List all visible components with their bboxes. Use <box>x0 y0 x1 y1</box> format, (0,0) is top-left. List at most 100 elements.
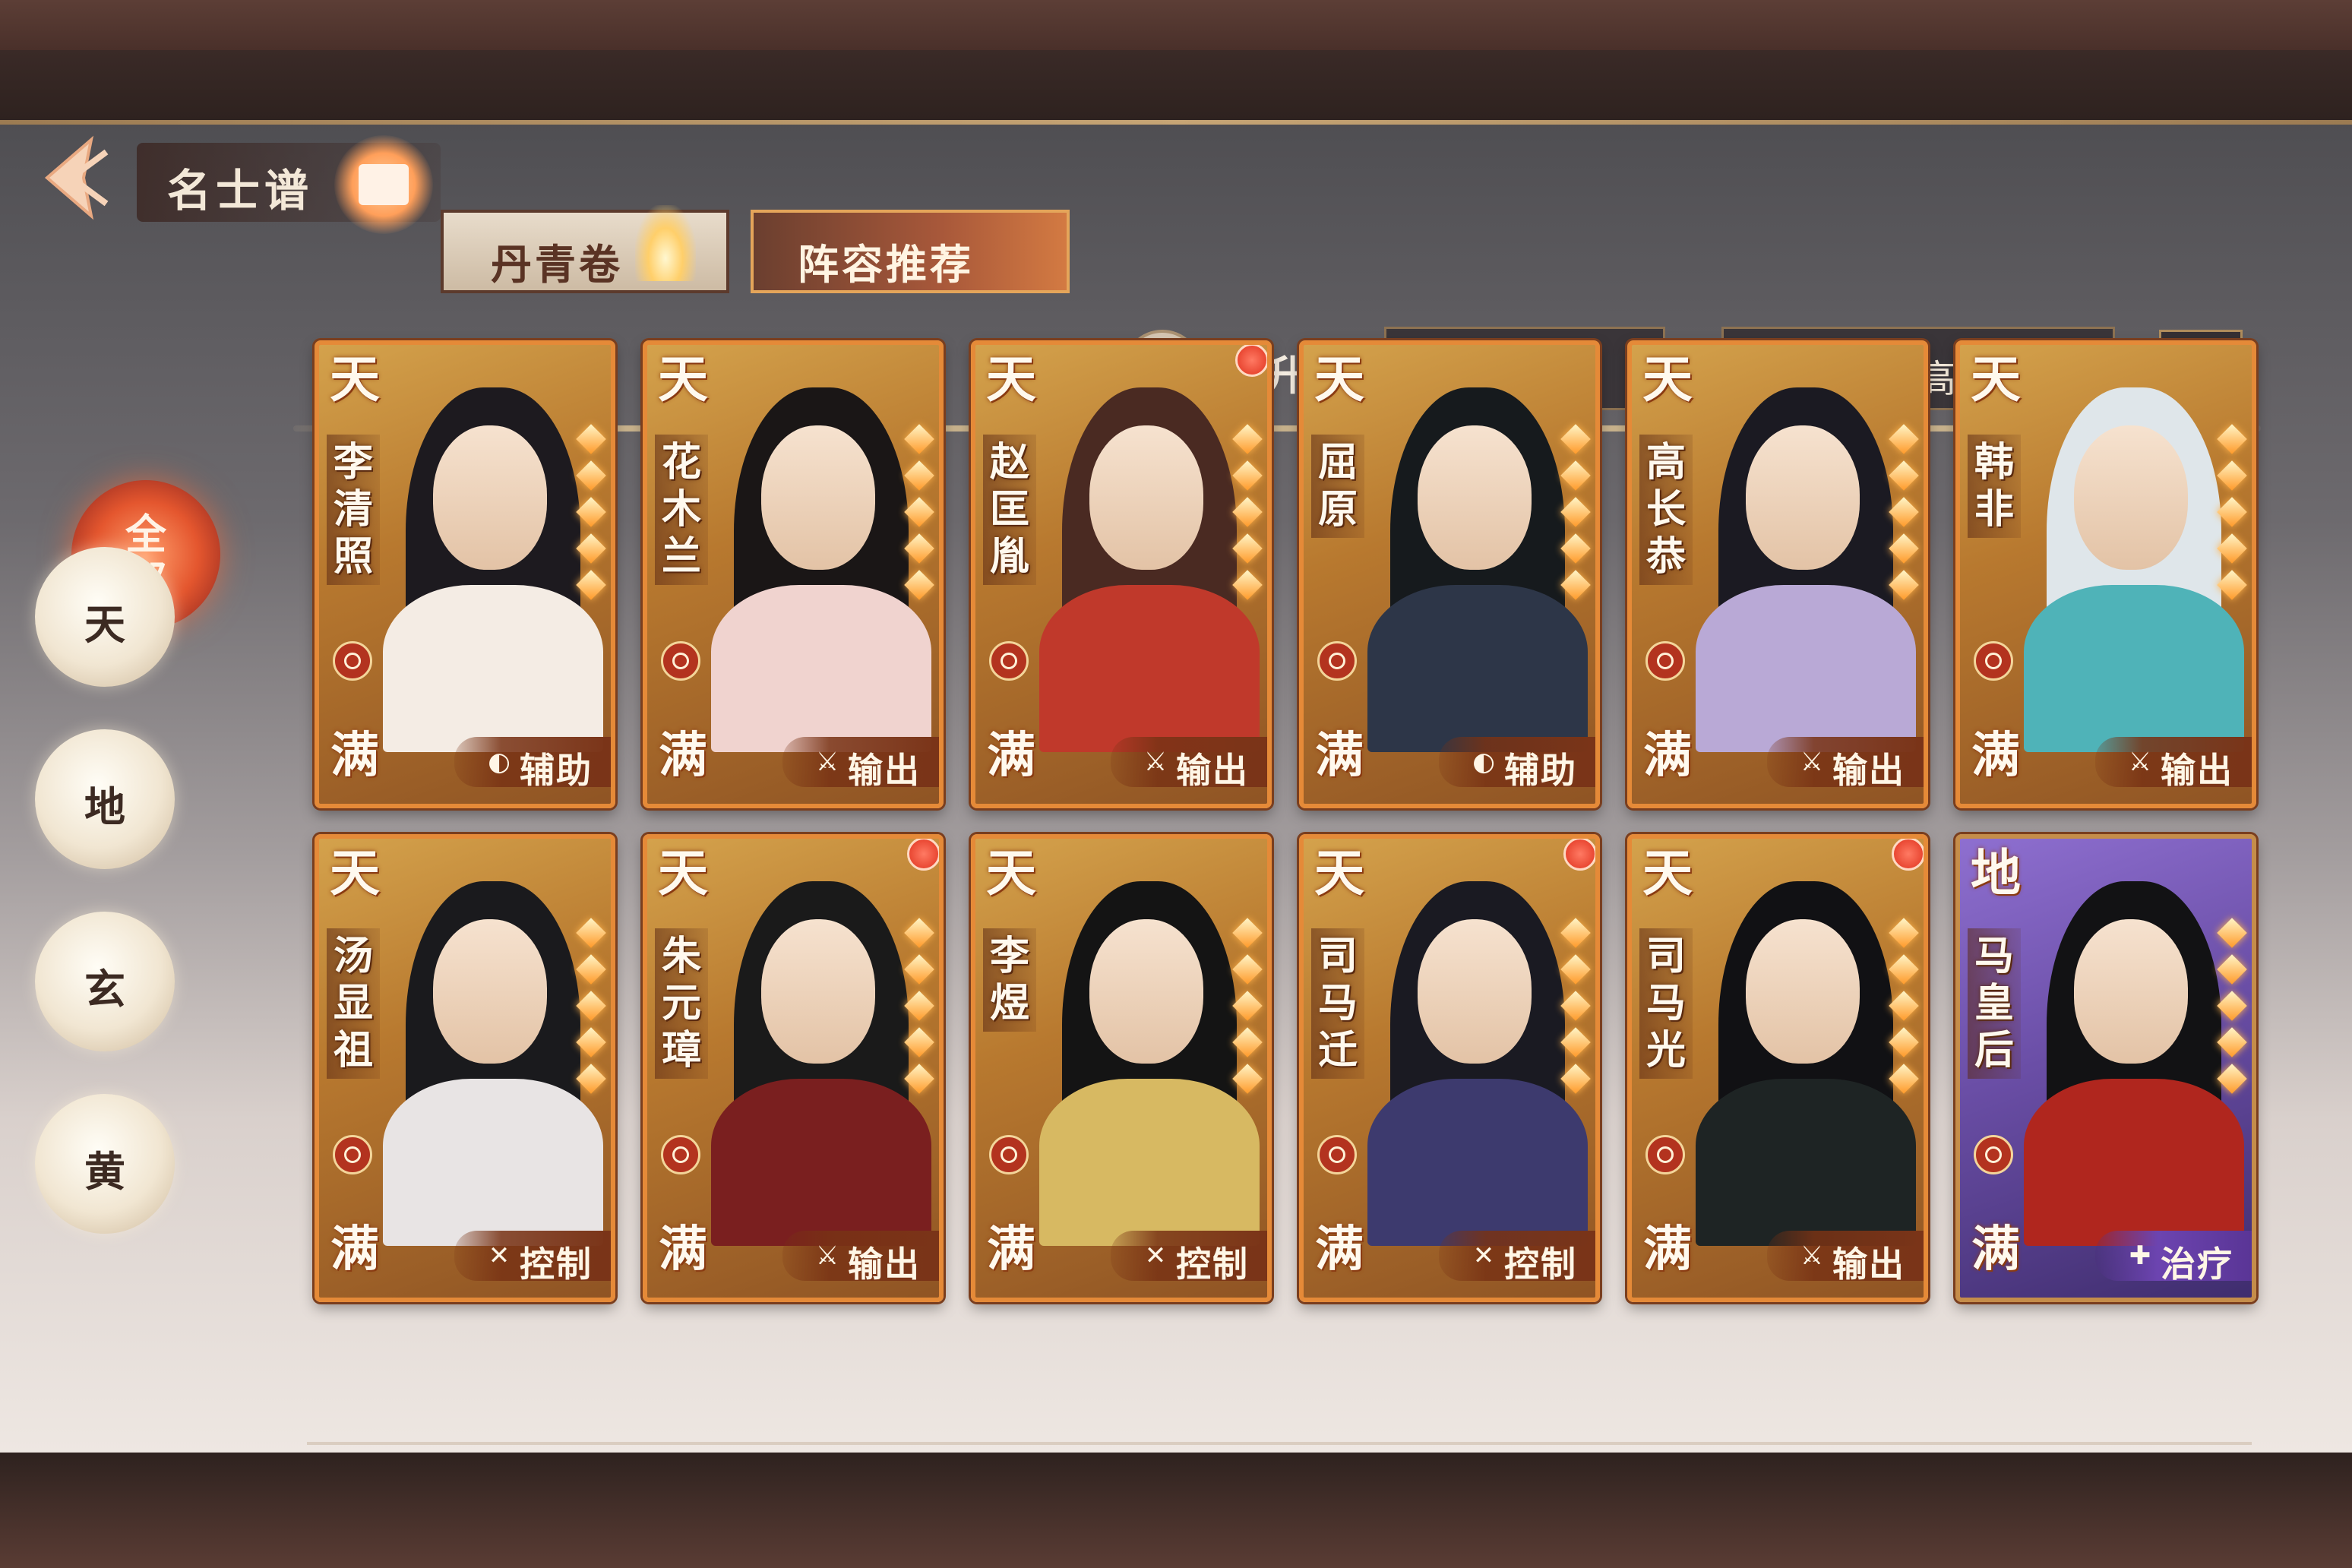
star-icon <box>1889 497 1919 527</box>
star-icon <box>1560 1064 1591 1094</box>
star-rating <box>1232 918 1263 1105</box>
portrait-face <box>2074 919 2188 1064</box>
tab-danqing[interactable]: 丹青卷 <box>441 205 729 293</box>
max-level-badge: 满 <box>1643 1221 1692 1278</box>
support-icon: ◐ <box>1472 747 1495 777</box>
portrait-face <box>1089 425 1203 570</box>
character-card[interactable]: 天花木兰满 ⚔ 输出 <box>643 340 944 808</box>
pavilion-icon <box>334 135 433 234</box>
top-border <box>0 0 2352 50</box>
max-level-badge: 满 <box>1315 1221 1364 1278</box>
faction-emblem-icon <box>1645 641 1685 681</box>
role-tag: ⚔ 输出 <box>782 1231 939 1285</box>
star-icon <box>2217 1064 2247 1094</box>
grade-badge: 天 <box>986 349 1036 409</box>
tab-lineup-recommend[interactable]: 阵容推荐 <box>751 210 1070 293</box>
grade-badge: 天 <box>986 843 1036 903</box>
support-icon: ◐ <box>488 747 511 777</box>
star-rating <box>1560 918 1591 1105</box>
star-icon <box>1232 460 1263 491</box>
character-card[interactable]: 天韩非满 ⚔ 输出 <box>1955 340 2256 808</box>
portrait-face <box>1089 919 1203 1064</box>
tier-filter-tian[interactable]: 天 <box>35 547 175 687</box>
grade-badge: 天 <box>1642 349 1693 409</box>
character-name: 赵匡胤 <box>983 435 1036 585</box>
star-icon <box>576 424 606 454</box>
role-label: 输出 <box>1176 750 1249 791</box>
character-card[interactable]: 地马皇后满 ✚ 治疗 <box>1955 834 2256 1302</box>
role-tag: ◐ 辅助 <box>454 737 611 791</box>
portrait-robe <box>711 585 931 752</box>
grade-badge: 天 <box>330 349 380 409</box>
star-icon <box>2217 1027 2247 1057</box>
faction-emblem-icon <box>1974 641 2013 681</box>
max-level-badge: 满 <box>330 727 379 784</box>
role-label: 治疗 <box>2161 1244 2233 1285</box>
star-icon <box>1889 954 1919 985</box>
tier-filter-huang[interactable]: 黄 <box>35 1094 175 1234</box>
heal-icon: ✚ <box>2129 1241 2151 1271</box>
character-card[interactable]: 天司马光满 ⚔ 输出 <box>1627 834 1928 1302</box>
character-card[interactable]: 天李清照满 ◐ 辅助 <box>315 340 615 808</box>
portrait-robe <box>383 1079 603 1246</box>
star-icon <box>2217 954 2247 985</box>
role-tag: ✕ 控制 <box>1439 1231 1595 1285</box>
control-icon: ✕ <box>488 1241 511 1271</box>
grade-badge: 天 <box>658 349 708 409</box>
tab-danqing-label: 丹青卷 <box>491 240 623 289</box>
star-icon <box>1560 424 1591 454</box>
role-label: 控制 <box>1504 1244 1577 1285</box>
character-name: 屈原 <box>1311 435 1364 538</box>
star-rating <box>1889 424 1919 611</box>
top-frame <box>0 50 2352 120</box>
character-card[interactable]: 天司马迁满 ✕ 控制 <box>1299 834 1600 1302</box>
star-rating <box>2217 918 2247 1105</box>
star-icon <box>1232 570 1263 600</box>
tier-filter-xuan[interactable]: 玄 <box>35 912 175 1051</box>
star-icon <box>904 460 934 491</box>
scroll-track[interactable] <box>307 1442 2252 1445</box>
faction-emblem-icon <box>661 641 700 681</box>
portrait-face <box>761 425 875 570</box>
role-label: 输出 <box>848 750 921 791</box>
star-icon <box>1560 918 1591 948</box>
character-card[interactable]: 天屈原满 ◐ 辅助 <box>1299 340 1600 808</box>
max-level-badge: 满 <box>1315 727 1364 784</box>
star-icon <box>2217 918 2247 948</box>
portrait-robe <box>1367 1079 1588 1246</box>
back-arrow-icon <box>44 135 109 220</box>
portrait-robe <box>383 585 603 752</box>
max-level-badge: 满 <box>1971 727 2020 784</box>
character-name: 韩非 <box>1968 435 2021 538</box>
frame-line <box>0 120 2352 125</box>
star-icon <box>1889 991 1919 1021</box>
character-card[interactable]: 天高长恭满 ⚔ 输出 <box>1627 340 1928 808</box>
star-icon <box>1232 533 1263 564</box>
sword-icon: ⚔ <box>815 747 839 777</box>
sword-icon: ⚔ <box>1800 747 1824 777</box>
character-card[interactable]: 天李煜满 ✕ 控制 <box>971 834 1272 1302</box>
tier-filter-di[interactable]: 地 <box>35 729 175 869</box>
character-name: 李煜 <box>983 928 1036 1032</box>
faction-emblem-icon <box>333 1135 372 1174</box>
sword-icon: ⚔ <box>1143 747 1168 777</box>
control-icon: ✕ <box>1472 1241 1495 1271</box>
star-icon <box>576 1027 606 1057</box>
star-icon <box>1232 991 1263 1021</box>
portrait-face <box>1418 919 1532 1064</box>
back-button[interactable] <box>30 129 114 228</box>
star-icon <box>904 1027 934 1057</box>
grade-badge: 天 <box>1314 843 1364 903</box>
star-icon <box>1560 954 1591 985</box>
control-icon: ✕ <box>1144 1241 1167 1271</box>
portrait-robe <box>1696 1079 1916 1246</box>
role-tag: ⚔ 输出 <box>782 737 939 791</box>
game-screen: 名士谱 丹青卷 阵容推荐 可升星 筛选 排序 | 高星级 ▼ 全部 天 地 <box>0 120 2352 1453</box>
tab-lineup-label: 阵容推荐 <box>798 240 974 289</box>
character-card[interactable]: 天赵匡胤满 ⚔ 输出 <box>971 340 1272 808</box>
character-card[interactable]: 天朱元璋满 ⚔ 输出 <box>643 834 944 1302</box>
character-card[interactable]: 天汤显祖满 ✕ 控制 <box>315 834 615 1302</box>
role-tag: ⚔ 输出 <box>1111 737 1267 791</box>
role-tag: ◐ 辅助 <box>1439 737 1595 791</box>
portrait-robe <box>711 1079 931 1246</box>
